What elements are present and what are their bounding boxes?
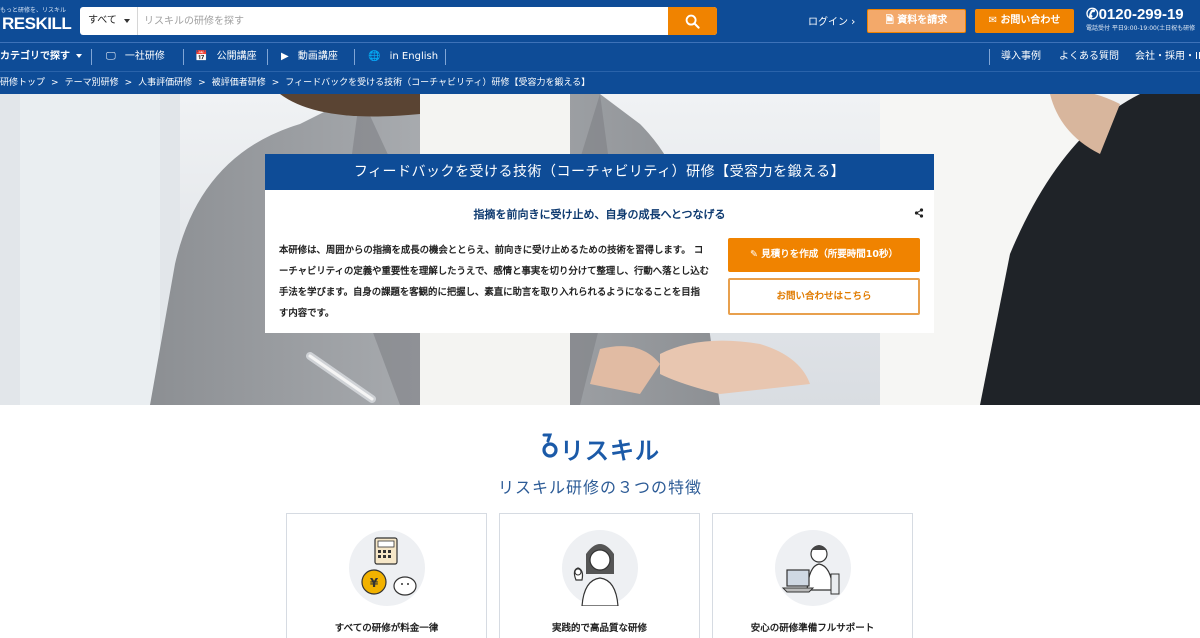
search-bar: すべて bbox=[80, 7, 717, 35]
breadcrumb: 研修トップ > テーマ別研修 > 人事評価研修 > 被評価者研修 > フィードバックを受ける技術… bbox=[0, 71, 1200, 94]
feature-illustration bbox=[562, 530, 638, 607]
presentation-icon: 🖵 bbox=[106, 51, 116, 62]
course-summary-card: フィードバックを受ける技術（コーチャビリティ）研修【受容力を鍛える】 指摘を前向… bbox=[265, 154, 934, 333]
nav-divider bbox=[989, 49, 990, 65]
reskill-mark-icon bbox=[542, 433, 558, 458]
nav-item-in-house-training[interactable]: 🖵 一社研修 bbox=[106, 43, 165, 71]
chevron-right-icon: › bbox=[851, 15, 856, 28]
inquiry-button[interactable]: お問い合わせはこちら bbox=[728, 278, 920, 315]
course-description: 本研修は、周囲からの指摘を成長の機会ととらえ、前向きに受け止めるための技術を習得… bbox=[279, 245, 709, 319]
search-button[interactable] bbox=[668, 7, 717, 35]
feature-card-support[interactable]: 安心の研修準備フルサポート bbox=[712, 513, 913, 638]
create-estimate-button[interactable]: ✎ 見積りを作成（所要時間10秒） bbox=[728, 238, 920, 272]
breadcrumb-separator: > bbox=[51, 78, 59, 88]
nav-item-case-studies[interactable]: 導入事例 bbox=[1001, 43, 1041, 71]
nav-divider bbox=[354, 49, 355, 65]
document-icon: 🗎 bbox=[885, 15, 894, 26]
nav-item-label: 公開講座 bbox=[216, 51, 257, 62]
phone-contact[interactable]: ✆0120-299-19 電話受付 平日9:00-19:00(土日祝も研修 bbox=[1086, 5, 1195, 32]
logo-wordmark: RESKILL bbox=[2, 14, 72, 33]
site-header: もっと研修を、リスキル RESKILL すべて ログイン› 🗎 資料を請求 ✉ … bbox=[0, 0, 1200, 42]
nav-item-label: 動画講座 bbox=[297, 51, 338, 62]
nav-item-faq[interactable]: よくある質問 bbox=[1059, 43, 1119, 71]
nav-divider bbox=[267, 49, 268, 65]
login-label: ログイン bbox=[808, 17, 848, 28]
nav-divider bbox=[91, 49, 92, 65]
breadcrumb-separator: > bbox=[124, 78, 133, 88]
pencil-icon: ✎ bbox=[749, 249, 758, 260]
mail-icon: ✉ bbox=[988, 15, 997, 26]
nav-item-english[interactable]: 🌐 in English bbox=[368, 43, 438, 71]
feature-card-flat-fee[interactable]: ¥ すべての研修が料金一律 bbox=[286, 513, 487, 638]
nav-category-label: カテゴリで探す bbox=[0, 51, 70, 62]
nav-item-video-courses[interactable]: ▶ 動画講座 bbox=[281, 43, 338, 71]
nav-category-dropdown[interactable]: カテゴリで探す bbox=[0, 43, 82, 71]
nav-item-company[interactable]: 会社・採用・IR bbox=[1135, 43, 1200, 71]
contact-button[interactable]: ✉ お問い合わせ bbox=[975, 9, 1074, 33]
search-category-value: すべて bbox=[88, 15, 117, 26]
chevron-down-icon bbox=[76, 54, 82, 58]
phone-number: 0120-299-19 bbox=[1098, 6, 1184, 23]
breadcrumb-link[interactable]: 被評価者研修 bbox=[212, 72, 266, 94]
phone-icon: ✆ bbox=[1086, 6, 1099, 23]
nav-divider bbox=[183, 49, 184, 65]
feature-label: すべての研修が料金一律 bbox=[334, 623, 439, 634]
search-icon bbox=[685, 14, 700, 29]
breadcrumb-separator: > bbox=[271, 78, 280, 88]
estimate-button-label: 見積りを作成（所要時間10秒） bbox=[761, 249, 898, 260]
brand-name: リスキル bbox=[560, 437, 660, 465]
contact-button-label: お問い合わせ bbox=[1000, 15, 1061, 26]
reskill-logo[interactable]: もっと研修を、リスキル RESKILL bbox=[0, 5, 76, 37]
nav-item-label: 一社研修 bbox=[124, 51, 165, 62]
nav-item-public-courses[interactable]: 📅 公開講座 bbox=[195, 43, 257, 71]
instructor-ok-icon bbox=[573, 544, 619, 607]
course-title: フィードバックを受ける技術（コーチャビリティ）研修【受容力を鍛える】 bbox=[265, 154, 934, 190]
breadcrumb-link[interactable]: テーマ別研修 bbox=[65, 72, 119, 94]
nav-item-label: in English bbox=[389, 51, 439, 62]
logo-tagline: もっと研修を、リスキル bbox=[0, 7, 67, 14]
brochure-button-label: 資料を請求 bbox=[897, 15, 948, 26]
login-link[interactable]: ログイン › bbox=[808, 13, 855, 28]
feature-label: 実践的で高品質な研修 bbox=[551, 623, 647, 634]
share-icon[interactable] bbox=[914, 208, 924, 218]
globe-icon: 🌐 bbox=[368, 51, 381, 62]
phone-hours: 電話受付 平日9:00-19:00(土日祝も研修 bbox=[1086, 25, 1196, 32]
breadcrumb-separator: > bbox=[198, 78, 206, 88]
search-category-select[interactable]: すべて bbox=[80, 7, 138, 35]
svg-text:¥: ¥ bbox=[370, 576, 379, 590]
search-input[interactable] bbox=[140, 7, 667, 35]
breadcrumb-link[interactable]: 研修トップ bbox=[0, 72, 45, 94]
feature-label: 安心の研修準備フルサポート bbox=[750, 623, 875, 634]
play-icon: ▶ bbox=[281, 51, 289, 62]
feature-card-high-quality[interactable]: 実践的で高品質な研修 bbox=[499, 513, 700, 638]
main-nav: カテゴリで探す 🖵 一社研修 📅 公開講座 ▶ 動画講座 🌐 in Englis… bbox=[0, 42, 1200, 71]
breadcrumb-current: フィードバックを受ける技術（コーチャビリティ）研修【受容力を鍛える】 bbox=[285, 78, 591, 88]
feature-illustration bbox=[775, 530, 851, 606]
feature-illustration: ¥ bbox=[349, 530, 425, 606]
hero-section: フィードバックを受ける技術（コーチャビリティ）研修【受容力を鍛える】 指摘を前向… bbox=[0, 94, 1200, 405]
breadcrumb-link[interactable]: 人事評価研修 bbox=[138, 72, 192, 94]
calendar-icon: 📅 bbox=[195, 51, 208, 62]
features-heading: リスキル研修の３つの特徴 bbox=[497, 478, 702, 497]
course-subtitle: 指摘を前向きに受け止め、自身の成長へとつなげる bbox=[473, 208, 726, 221]
nav-divider bbox=[445, 49, 446, 65]
support-staff-laptop-icon bbox=[781, 545, 840, 595]
chevron-down-icon bbox=[124, 19, 130, 23]
request-brochure-button[interactable]: 🗎 資料を請求 bbox=[867, 9, 966, 33]
calculator-coin-icon: ¥ bbox=[361, 537, 417, 596]
